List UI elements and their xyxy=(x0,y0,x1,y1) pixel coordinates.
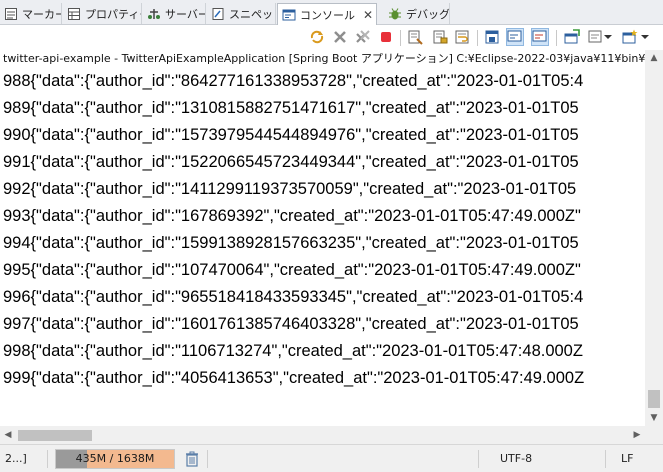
console-toolbar xyxy=(0,25,663,50)
remove-launch-button[interactable] xyxy=(331,28,349,46)
status-divider xyxy=(207,450,208,468)
console-line[interactable]: 996{"data":{"author_id":"965518418433593… xyxy=(0,284,583,311)
word-wrap-button[interactable] xyxy=(453,28,471,46)
clear-console-button[interactable] xyxy=(406,28,424,46)
show-on-stderr-button[interactable] xyxy=(531,28,549,46)
relaunch-button[interactable] xyxy=(308,28,326,46)
stderr-icon xyxy=(532,30,547,42)
heap-status[interactable]: 435M / 1638M xyxy=(55,449,175,469)
open-console-button[interactable] xyxy=(563,28,581,46)
clear-console-icon xyxy=(408,30,423,45)
close-icon[interactable]: ✕ xyxy=(363,8,373,22)
toolbar-separator xyxy=(400,30,401,46)
tab-label: スニペット xyxy=(229,7,275,21)
scrollbar-corner xyxy=(645,426,663,444)
horizontal-scroll-thumb[interactable] xyxy=(18,430,92,441)
process-title: twitter-api-example - TwitterApiExampleA… xyxy=(0,50,663,68)
garbage-collect-button[interactable] xyxy=(183,450,201,468)
properties-icon xyxy=(67,7,81,21)
status-divider xyxy=(605,450,606,468)
new-console-dropdown[interactable] xyxy=(640,28,650,46)
terminate-button[interactable] xyxy=(377,28,395,46)
servers-icon xyxy=(147,7,161,21)
console-icon xyxy=(282,8,296,22)
tab-label: マーカー xyxy=(22,7,62,21)
status-divider xyxy=(478,450,479,468)
console-line[interactable]: 992{"data":{"author_id":"141129911937357… xyxy=(0,176,576,203)
console-line[interactable]: 990{"data":{"author_id":"157397954454489… xyxy=(0,122,579,149)
status-bar: 2...] 435M / 1638M UTF-8 LF xyxy=(0,444,663,472)
new-console-button[interactable] xyxy=(621,28,639,46)
vertical-scroll-thumb[interactable] xyxy=(648,390,660,408)
tab-snippets[interactable]: スニペット xyxy=(207,3,276,24)
stop-icon xyxy=(381,32,391,42)
console-line[interactable]: 993{"data":{"author_id":"167869392","cre… xyxy=(0,203,581,230)
toolbar-separator xyxy=(477,30,478,46)
chevron-down-icon xyxy=(604,35,612,39)
tab-properties[interactable]: プロパティー xyxy=(63,3,142,24)
chevron-down-icon xyxy=(641,35,649,39)
debug-icon xyxy=(388,7,402,21)
remove-all-terminated-button[interactable] xyxy=(354,28,372,46)
toolbar-separator xyxy=(556,30,557,46)
console-line[interactable]: 988{"data":{"author_id":"864277161338953… xyxy=(0,68,583,95)
display-console-dropdown[interactable] xyxy=(603,28,613,46)
status-message: 2...] xyxy=(5,452,27,465)
tab-label: プロパティー xyxy=(85,7,141,21)
trash-icon xyxy=(186,451,198,467)
display-console-icon xyxy=(588,30,602,43)
file-encoding[interactable]: UTF-8 xyxy=(500,445,532,472)
display-selected-console-button[interactable] xyxy=(586,28,604,46)
relaunch-icon xyxy=(310,30,324,44)
line-delimiter[interactable]: LF xyxy=(621,445,633,472)
tab-debug[interactable]: デバッグ xyxy=(384,3,450,24)
open-console-icon xyxy=(564,29,580,44)
heap-label: 435M / 1638M xyxy=(75,452,155,465)
horizontal-scrollbar[interactable]: ◀ ▶ xyxy=(0,426,645,444)
scroll-lock-icon xyxy=(433,30,448,44)
tab-label: デバッグ xyxy=(406,7,450,21)
snippets-icon xyxy=(211,7,225,21)
remove-all-icon xyxy=(356,30,370,43)
console-output[interactable]: 988{"data":{"author_id":"864277161338953… xyxy=(0,68,645,426)
console-line[interactable]: 997{"data":{"author_id":"160176138574640… xyxy=(0,311,579,338)
console-line[interactable]: 999{"data":{"author_id":"4056413653","cr… xyxy=(0,365,584,392)
markers-icon xyxy=(4,7,18,21)
new-console-icon xyxy=(622,29,638,44)
vertical-scrollbar[interactable]: ▲ ▼ xyxy=(645,50,663,426)
pin-icon xyxy=(485,30,499,44)
scroll-lock-button[interactable] xyxy=(431,28,449,46)
tab-label: コンソール xyxy=(300,8,355,22)
console-line[interactable]: 995{"data":{"author_id":"107470064","cre… xyxy=(0,257,581,284)
tab-label: サーバー xyxy=(165,7,206,21)
console-line[interactable]: 998{"data":{"author_id":"1106713274","cr… xyxy=(0,338,583,365)
tab-markers[interactable]: マーカー xyxy=(0,3,62,24)
console-line[interactable]: 991{"data":{"author_id":"152206654572344… xyxy=(0,149,579,176)
pin-console-button[interactable] xyxy=(483,28,501,46)
scroll-left-arrow[interactable]: ◀ xyxy=(0,426,16,444)
console-line[interactable]: 994{"data":{"author_id":"159913892815766… xyxy=(0,230,579,257)
scroll-right-arrow[interactable]: ▶ xyxy=(629,426,645,444)
scroll-up-arrow[interactable]: ▲ xyxy=(645,50,663,66)
stdout-icon xyxy=(507,30,522,42)
scroll-down-arrow[interactable]: ▼ xyxy=(645,410,663,426)
tab-servers[interactable]: サーバー xyxy=(143,3,206,24)
status-divider xyxy=(47,450,48,468)
word-wrap-icon xyxy=(455,30,469,44)
remove-icon xyxy=(334,31,346,43)
tab-console[interactable]: コンソール ✕ xyxy=(277,3,377,25)
console-line[interactable]: 989{"data":{"author_id":"131081588275147… xyxy=(0,95,579,122)
view-tab-bar: マーカー プロパティー サーバー スニペット コンソール ✕ デバッグ xyxy=(0,0,663,25)
show-on-stdout-button[interactable] xyxy=(506,28,524,46)
